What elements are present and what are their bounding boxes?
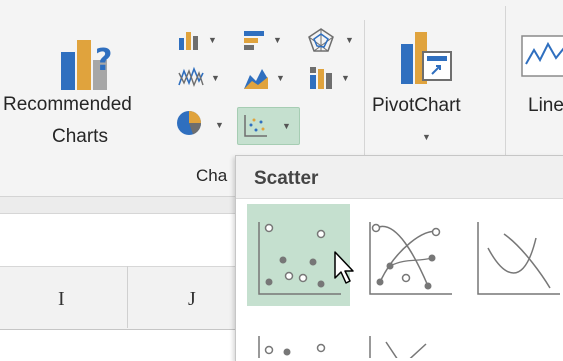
pie-chart-icon [177, 111, 201, 135]
scatter-chart-icon [244, 115, 267, 137]
combo-chart-icon [310, 67, 332, 89]
chevron-down-icon: ▼ [215, 120, 224, 130]
insert-area-chart-button[interactable]: ▼ [240, 62, 300, 94]
scatter-smooth-lines-markers-option[interactable] [362, 204, 465, 306]
chevron-down-icon: ▼ [282, 121, 291, 131]
recommended-charts-label-line2: Charts [52, 126, 108, 147]
pivotchart-button[interactable]: PivotChart ▼ [366, 20, 486, 160]
column-chart-icon [179, 32, 198, 50]
recommended-charts-label-line1: Recommended [3, 94, 132, 115]
gallery-title: Scatter [254, 168, 319, 189]
pivotchart-label: PivotChart [372, 95, 461, 116]
bar-chart-icon [244, 31, 264, 50]
chevron-down-icon: ▼ [422, 132, 431, 142]
recommended-charts-button[interactable]: ? Recommended Charts [0, 20, 165, 160]
scatter-straight-lines-icon [369, 336, 427, 358]
insert-bar-chart-button[interactable]: ▼ [240, 24, 300, 56]
chevron-down-icon: ▼ [341, 73, 350, 83]
scatter-thumbnail-icon [258, 222, 341, 295]
charts-group-label: Cha [196, 166, 228, 185]
area-chart-icon [244, 69, 268, 89]
insert-scatter-chart-button[interactable]: ▼ [237, 107, 300, 145]
cell-area[interactable] [0, 330, 235, 358]
scatter-smooth-lines-markers-icon [369, 222, 452, 295]
insert-radar-chart-button[interactable]: ▼ [305, 24, 365, 56]
insert-combo-chart-button[interactable]: ▼ [305, 62, 365, 94]
group-separator [505, 6, 506, 156]
recommended-charts-icon: ? [61, 40, 112, 90]
chevron-down-icon: ▼ [276, 73, 285, 83]
svg-text:?: ? [95, 43, 112, 78]
pivot-chart-icon [401, 32, 452, 84]
line-sparkline-button[interactable]: Line [508, 20, 563, 160]
group-separator [364, 20, 365, 160]
column-header-i[interactable]: I [58, 288, 65, 311]
mouse-cursor-icon [334, 251, 354, 284]
scatter-straight-lines-option[interactable] [362, 320, 465, 358]
chevron-down-icon: ▼ [208, 35, 217, 45]
column-header-j[interactable]: J [188, 288, 196, 311]
insert-column-chart-button[interactable]: ▼ [175, 24, 235, 56]
scatter-straight-lines-markers-icon [258, 336, 326, 358]
waterfall-chart-icon [178, 66, 204, 87]
insert-waterfall-chart-button[interactable]: ▼ [175, 62, 235, 94]
chevron-down-icon: ▼ [345, 35, 354, 45]
radar-chart-icon [308, 28, 334, 52]
chevron-down-icon: ▼ [211, 73, 220, 83]
chevron-down-icon: ▼ [273, 35, 282, 45]
line-sparkline-label: Line [528, 95, 563, 116]
scatter-smooth-lines-icon [477, 222, 560, 295]
scatter-smooth-lines-option[interactable] [470, 204, 563, 306]
insert-pie-chart-button[interactable]: ▼ [175, 105, 235, 141]
column-divider [127, 266, 128, 328]
scatter-straight-lines-markers-option[interactable] [247, 320, 350, 358]
line-sparkline-icon [521, 35, 563, 77]
